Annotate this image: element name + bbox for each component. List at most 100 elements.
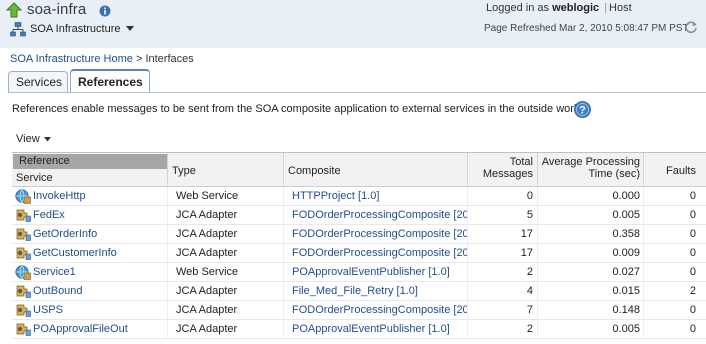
total-messages: 5 bbox=[526, 209, 533, 221]
table-row[interactable]: GetOrderInfo JCA Adapter FODOrderProcess… bbox=[12, 225, 706, 244]
faults-count: 0 bbox=[689, 228, 696, 240]
composite-link[interactable]: POApprovalEventPublisher [1.0] bbox=[292, 323, 467, 335]
column-header-faults[interactable]: Faults bbox=[644, 165, 696, 177]
table-row[interactable]: InvokeHttp Web Service HTTPProject [1.0]… bbox=[12, 187, 706, 206]
table-header: Reference Service Type Composite Total M… bbox=[12, 153, 706, 187]
table-body: InvokeHttp Web Service HTTPProject [1.0]… bbox=[12, 187, 706, 339]
tab-services[interactable]: Services bbox=[8, 71, 68, 93]
service-type: JCA Adapter bbox=[176, 247, 238, 259]
service-type: Web Service bbox=[176, 190, 239, 202]
total-messages: 0 bbox=[526, 190, 533, 202]
cell-divider bbox=[283, 187, 284, 206]
view-menu[interactable]: View bbox=[16, 133, 51, 145]
cell-divider bbox=[283, 263, 284, 282]
avg-processing-time: 0.005 bbox=[612, 323, 640, 335]
app-title: soa-infra bbox=[27, 1, 87, 18]
total-messages: 4 bbox=[526, 285, 533, 297]
table-row[interactable]: USPS JCA Adapter FODOrderProcessingCompo… bbox=[12, 301, 706, 320]
avg-processing-time: 0.148 bbox=[612, 304, 640, 316]
host-link[interactable]: Host bbox=[609, 2, 632, 14]
username: weblogic bbox=[552, 2, 600, 14]
page-header: soa-infra SOA Infrastructure Logged in a… bbox=[0, 0, 706, 48]
cell-divider bbox=[283, 301, 284, 320]
total-header-line1: Total bbox=[509, 156, 533, 168]
service-name-link[interactable]: OutBound bbox=[33, 285, 165, 297]
jca-adapter-icon bbox=[15, 245, 31, 261]
column-header-type[interactable]: Type bbox=[172, 165, 196, 177]
service-name-link[interactable]: POApprovalFileOut bbox=[33, 323, 165, 335]
total-messages: 7 bbox=[526, 304, 533, 316]
tab-references[interactable]: References bbox=[70, 69, 150, 93]
column-header-composite[interactable]: Composite bbox=[288, 165, 341, 177]
total-messages: 17 bbox=[520, 247, 533, 259]
column-header-avg-processing-time[interactable]: Average Processing Time (sec) bbox=[538, 156, 640, 180]
column-divider bbox=[283, 153, 284, 187]
breadcrumb-separator: > bbox=[135, 53, 143, 65]
table-row[interactable]: Service1 Web Service POApprovalEventPubl… bbox=[12, 263, 706, 282]
web-service-icon bbox=[15, 264, 31, 280]
service-name-link[interactable]: USPS bbox=[33, 304, 165, 316]
table-row[interactable]: POApprovalFileOut JCA Adapter POApproval… bbox=[12, 320, 706, 339]
service-name-link[interactable]: FedEx bbox=[33, 209, 165, 221]
cell-divider bbox=[283, 244, 284, 263]
cell-divider bbox=[167, 282, 168, 301]
refresh-icon[interactable] bbox=[684, 20, 698, 34]
breadcrumb-home-link[interactable]: SOA Infrastructure Home bbox=[10, 53, 133, 65]
avg-processing-time: 0.358 bbox=[612, 228, 640, 240]
faults-count: 0 bbox=[689, 304, 696, 316]
chevron-down-icon bbox=[43, 136, 51, 141]
chevron-down-icon bbox=[126, 26, 135, 31]
composite-link[interactable]: POApprovalEventPublisher [1.0] bbox=[292, 266, 467, 278]
breadcrumb-current: Interfaces bbox=[145, 53, 194, 65]
jca-adapter-icon bbox=[15, 283, 31, 299]
composite-link[interactable]: HTTPProject [1.0] bbox=[292, 190, 467, 202]
soa-menu-label: SOA Infrastructure bbox=[30, 23, 121, 35]
faults-count: 2 bbox=[689, 285, 696, 297]
avg-processing-time: 0.009 bbox=[612, 247, 640, 259]
composite-link[interactable]: FODOrderProcessingComposite [20 bbox=[292, 247, 467, 259]
faults-count: 0 bbox=[689, 323, 696, 335]
cell-divider bbox=[283, 225, 284, 244]
reference-group-header: Reference bbox=[13, 154, 167, 169]
help-icon[interactable]: ? bbox=[574, 101, 591, 118]
cell-divider bbox=[167, 301, 168, 320]
service-name-link[interactable]: GetCustomerInfo bbox=[33, 247, 165, 259]
composite-link[interactable]: FODOrderProcessingComposite [20 bbox=[292, 304, 467, 316]
total-messages: 2 bbox=[526, 323, 533, 335]
jca-adapter-icon bbox=[15, 321, 31, 337]
faults-count: 0 bbox=[689, 247, 696, 259]
table-row[interactable]: OutBound JCA Adapter File_Med_File_Retry… bbox=[12, 282, 706, 301]
composite-link[interactable]: FODOrderProcessingComposite [20 bbox=[292, 228, 467, 240]
soa-infrastructure-menu[interactable]: SOA Infrastructure bbox=[10, 21, 135, 37]
cell-divider bbox=[167, 320, 168, 339]
column-header-service[interactable]: Service bbox=[16, 172, 53, 184]
login-info: Logged in as weblogic | Host bbox=[486, 2, 632, 14]
up-arrow-icon[interactable] bbox=[6, 2, 22, 18]
service-name-link[interactable]: GetOrderInfo bbox=[33, 228, 165, 240]
total-messages: 17 bbox=[520, 228, 533, 240]
faults-count: 0 bbox=[689, 266, 696, 278]
service-name-link[interactable]: InvokeHttp bbox=[33, 190, 165, 202]
column-header-total-messages[interactable]: Total Messages bbox=[468, 156, 533, 180]
view-menu-label: View bbox=[16, 133, 40, 145]
composite-link[interactable]: File_Med_File_Retry [1.0] bbox=[292, 285, 467, 297]
info-icon[interactable] bbox=[99, 5, 111, 17]
jca-adapter-icon bbox=[15, 302, 31, 318]
service-type: JCA Adapter bbox=[176, 209, 238, 221]
panel-description: References enable messages to be sent fr… bbox=[12, 103, 586, 115]
cell-divider bbox=[167, 244, 168, 263]
cell-divider bbox=[283, 320, 284, 339]
soa-tree-icon bbox=[10, 21, 26, 36]
table-row[interactable]: GetCustomerInfo JCA Adapter FODOrderProc… bbox=[12, 244, 706, 263]
service-name-link[interactable]: Service1 bbox=[33, 266, 165, 278]
total-header-line2: Messages bbox=[482, 168, 533, 180]
avg-processing-time: 0.005 bbox=[612, 209, 640, 221]
column-divider bbox=[167, 153, 168, 187]
table-row[interactable]: FedEx JCA Adapter FODOrderProcessingComp… bbox=[12, 206, 706, 225]
login-prefix: Logged in as bbox=[486, 2, 549, 14]
svg-text:?: ? bbox=[579, 104, 586, 116]
cell-divider bbox=[283, 282, 284, 301]
cell-divider bbox=[283, 206, 284, 225]
cell-divider bbox=[167, 206, 168, 225]
composite-link[interactable]: FODOrderProcessingComposite [20 bbox=[292, 209, 467, 221]
